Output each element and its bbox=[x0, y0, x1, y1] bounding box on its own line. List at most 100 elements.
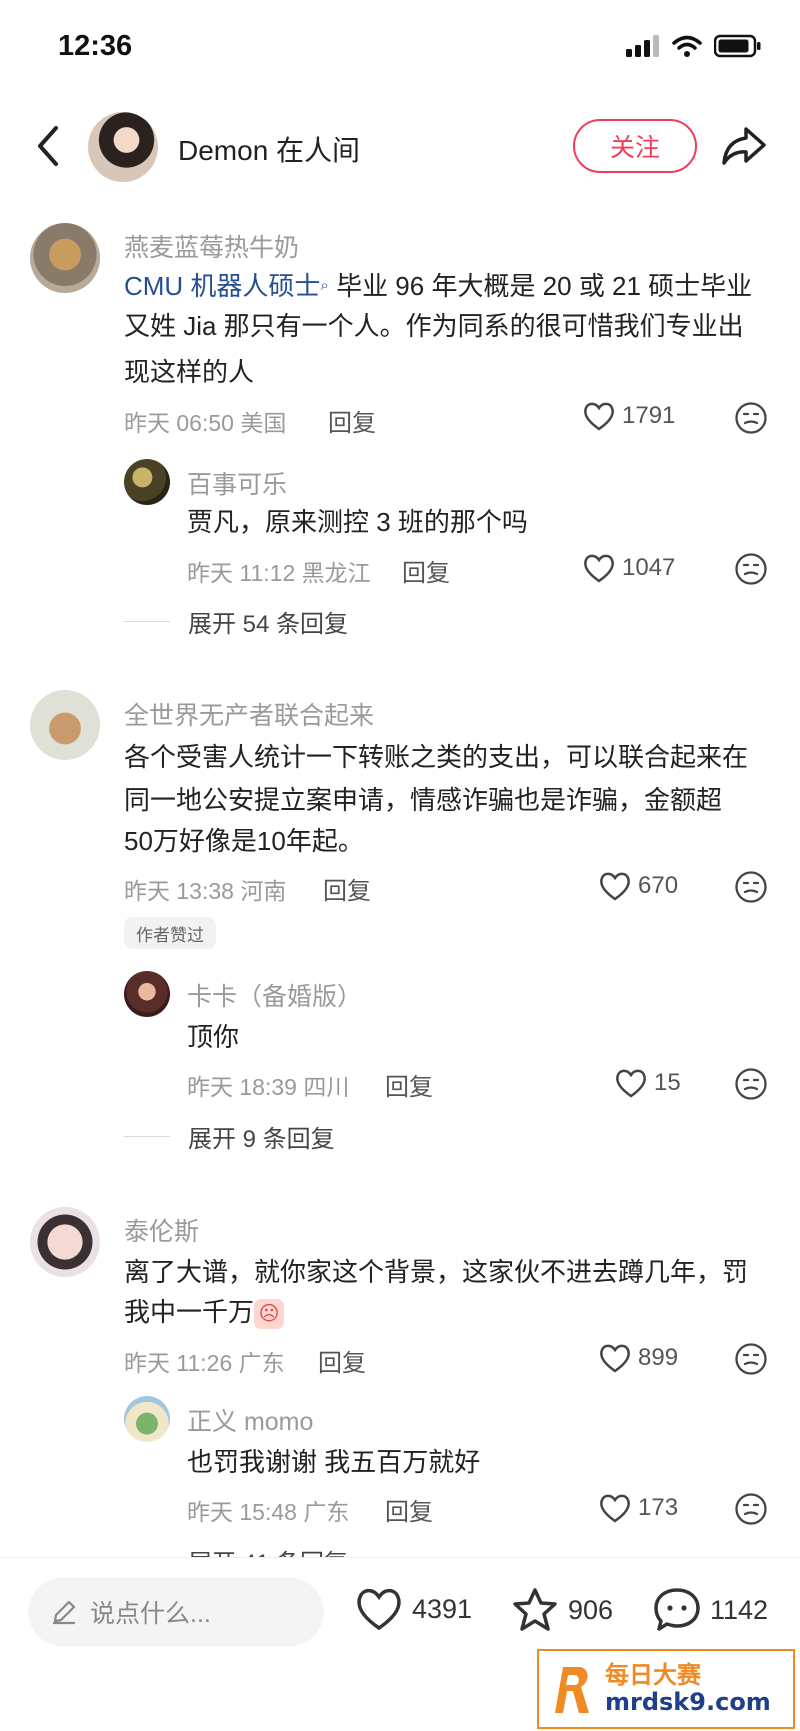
star-icon bbox=[513, 1588, 557, 1631]
commenter-avatar[interactable] bbox=[30, 1207, 100, 1277]
reply-name[interactable]: 卡卡（备婚版） bbox=[187, 977, 362, 1013]
dislike-icon[interactable] bbox=[734, 1342, 768, 1376]
signal-icon bbox=[626, 35, 659, 57]
commenter-name[interactable]: 泰伦斯 bbox=[124, 1212, 199, 1248]
dislike-icon[interactable] bbox=[734, 870, 768, 904]
reply-button[interactable]: 回复 bbox=[385, 1067, 433, 1102]
reply-button[interactable]: 回复 bbox=[328, 403, 376, 438]
battery-icon bbox=[714, 34, 761, 58]
comment-line: 又姓 Jia 那只有一个人。作为同系的很可惜我们专业出 bbox=[124, 311, 744, 341]
reply-text: 顶你 bbox=[187, 1022, 240, 1052]
reply-avatar[interactable] bbox=[124, 1396, 170, 1442]
reply-button[interactable]: 回复 bbox=[323, 871, 371, 906]
like-button[interactable]: 15 bbox=[614, 1067, 681, 1099]
watermark-title: 每日大赛 bbox=[605, 1661, 701, 1689]
comment-line: 离了大谱，就你家这个背景，这家伙不进去蹲几年，罚 bbox=[124, 1257, 749, 1287]
comment-meta: 昨天 06:50 美国 bbox=[124, 410, 287, 436]
reply-button[interactable]: 回复 bbox=[318, 1343, 366, 1378]
reply-button[interactable]: 回复 bbox=[385, 1492, 433, 1527]
site-watermark: 每日大赛 mrdsk9.com bbox=[537, 1649, 795, 1729]
like-note-button[interactable]: 4391 bbox=[354, 1586, 472, 1632]
wifi-icon bbox=[672, 35, 702, 57]
reply-meta: 昨天 18:39 四川 bbox=[187, 1074, 350, 1100]
like-button[interactable]: 1047 bbox=[582, 552, 675, 584]
reply-name[interactable]: 百事可乐 bbox=[187, 465, 287, 501]
watermark-logo-icon bbox=[555, 1667, 589, 1713]
commenter-avatar[interactable] bbox=[30, 223, 100, 293]
comment-meta: 昨天 13:38 河南 bbox=[124, 878, 287, 904]
comment-line: 同一地公安提立案申请，情感诈骗也是诈骗，金额超 bbox=[124, 785, 723, 815]
note-header: Demon 在人间 关注 bbox=[0, 100, 800, 190]
status-icons bbox=[626, 34, 762, 58]
reply-text: 也罚我谢谢 我五百万就好 bbox=[187, 1447, 481, 1477]
like-count: 899 bbox=[638, 1344, 679, 1371]
commenter-name[interactable]: 全世界无产者联合起来 bbox=[124, 696, 374, 732]
crying-emoji-icon: ☹ bbox=[254, 1299, 285, 1330]
expand-replies[interactable]: 展开 9 条回复 bbox=[124, 1119, 335, 1154]
comment-line: 现这样的人 bbox=[124, 357, 255, 387]
comment-line: 各个受害人统计一下转账之类的支出，可以联合起来在 bbox=[124, 742, 749, 772]
expand-divider bbox=[124, 621, 170, 622]
like-count: 1047 bbox=[622, 554, 676, 581]
dislike-icon[interactable] bbox=[734, 1492, 768, 1526]
heart-icon bbox=[616, 1069, 646, 1098]
search-keyword-link[interactable]: CMU 机器人硕士 bbox=[124, 271, 320, 301]
note-like-count: 4391 bbox=[412, 1593, 473, 1624]
expand-divider bbox=[124, 1136, 170, 1137]
heart-icon bbox=[600, 1344, 630, 1373]
reply-text: 贾凡，原来测控 3 班的那个吗 bbox=[187, 507, 528, 537]
commenter-avatar[interactable] bbox=[30, 690, 100, 760]
search-icon[interactable]: ⌕ bbox=[320, 277, 328, 294]
author-avatar[interactable] bbox=[88, 112, 158, 182]
dislike-icon[interactable] bbox=[734, 552, 768, 586]
reply-button[interactable]: 回复 bbox=[402, 553, 450, 588]
like-button[interactable]: 1791 bbox=[582, 400, 675, 432]
chat-bubble-icon bbox=[654, 1588, 700, 1631]
reply-meta: 昨天 15:48 广东 bbox=[187, 1499, 350, 1525]
reply-name[interactable]: 正义 momo bbox=[187, 1402, 313, 1438]
expand-label: 展开 9 条回复 bbox=[188, 1126, 335, 1153]
comment-meta: 昨天 11:26 广东 bbox=[124, 1350, 285, 1376]
reply-avatar[interactable] bbox=[124, 459, 170, 505]
comment-input[interactable]: 说点什么... bbox=[28, 1578, 324, 1646]
heart-icon bbox=[584, 554, 614, 583]
expand-label: 展开 54 条回复 bbox=[188, 611, 349, 638]
follow-button[interactable]: 关注 bbox=[573, 119, 697, 173]
favorite-button[interactable]: 906 bbox=[510, 1586, 613, 1634]
favorite-count: 906 bbox=[568, 1594, 614, 1625]
author-liked-badge: 作者赞过 bbox=[124, 917, 216, 949]
like-count: 173 bbox=[638, 1494, 679, 1521]
commenter-name[interactable]: 燕麦蓝莓热牛奶 bbox=[124, 228, 299, 264]
dislike-icon[interactable] bbox=[734, 1067, 768, 1101]
expand-replies[interactable]: 展开 54 条回复 bbox=[124, 604, 348, 639]
reply-meta: 昨天 11:12 黑龙江 bbox=[187, 560, 371, 586]
like-count: 15 bbox=[654, 1069, 681, 1096]
heart-icon bbox=[584, 402, 614, 431]
comment-text: CMU 机器人硕士⌕ 毕业 96 年大概是 20 或 21 硕士毕业 bbox=[124, 266, 752, 306]
comment-text: 我中一千万 ☹ bbox=[124, 1292, 285, 1332]
dislike-icon[interactable] bbox=[734, 401, 768, 435]
comment-line: 毕业 96 年大概是 20 或 21 硕士毕业 bbox=[336, 271, 753, 301]
like-button[interactable]: 899 bbox=[598, 1342, 678, 1374]
heart-icon bbox=[600, 872, 630, 901]
like-button[interactable]: 173 bbox=[598, 1492, 678, 1524]
reply-avatar[interactable] bbox=[124, 971, 170, 1017]
watermark-domain: mrdsk9.com bbox=[605, 1688, 771, 1716]
watermark-text: 每日大赛 mrdsk9.com bbox=[605, 1661, 771, 1716]
back-icon[interactable] bbox=[28, 120, 68, 172]
comment-input-placeholder: 说点什么... bbox=[90, 1600, 211, 1628]
like-button[interactable]: 670 bbox=[598, 870, 678, 902]
comments-button[interactable]: 1142 bbox=[652, 1586, 768, 1634]
like-count: 670 bbox=[638, 872, 679, 899]
comment-line: 我中一千万 bbox=[124, 1297, 255, 1327]
author-name[interactable]: Demon 在人间 bbox=[178, 129, 360, 169]
heart-icon bbox=[600, 1494, 630, 1523]
like-count: 1791 bbox=[622, 402, 676, 429]
status-bar: 12:36 bbox=[0, 0, 800, 96]
comment-count: 1142 bbox=[710, 1594, 769, 1625]
comment-line: 50万好像是10年起。 bbox=[124, 826, 364, 856]
share-icon[interactable] bbox=[720, 123, 768, 169]
heart-icon bbox=[357, 1588, 401, 1631]
pencil-icon bbox=[52, 1600, 76, 1625]
status-time: 12:36 bbox=[58, 30, 133, 62]
